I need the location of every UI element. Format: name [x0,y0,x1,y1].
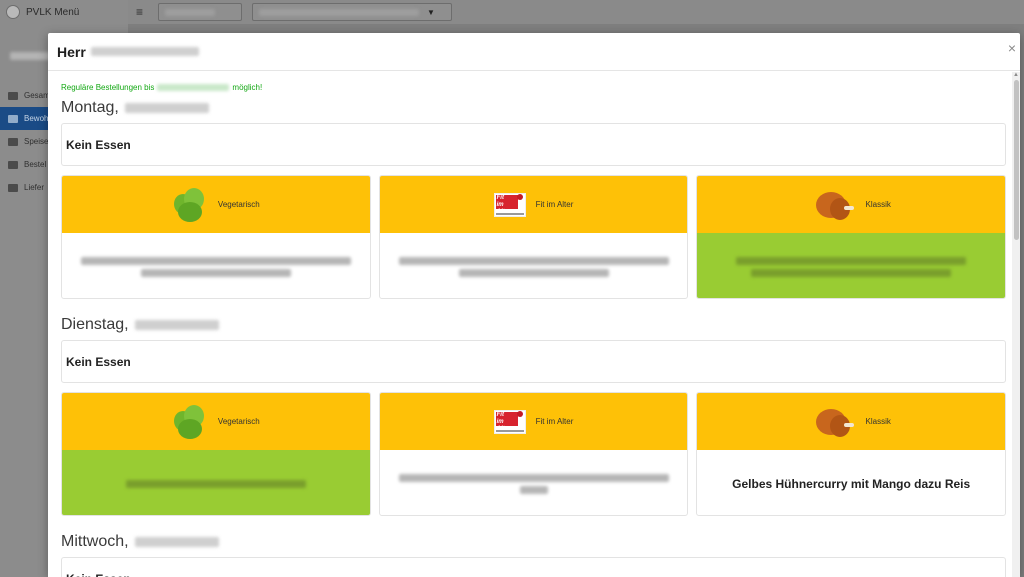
dish-redacted [398,473,669,482]
dish-redacted [398,256,669,265]
app-topbar: ≡ ▼ [128,0,1024,24]
kein-essen-option[interactable]: Kein Essen [61,557,1006,577]
list-icon [8,183,18,192]
layers-icon [8,137,18,146]
meal-card-vegetarisch[interactable]: Vegetarisch [61,392,371,516]
scrollbar[interactable]: ▲ [1012,72,1020,577]
salad-icon [172,403,208,441]
close-button[interactable]: × [1008,41,1016,55]
menu-icon[interactable]: ≡ [136,5,148,19]
chevron-down-icon: ▼ [427,7,435,17]
kein-essen-option[interactable]: Kein Essen [61,123,1006,166]
chicken-icon [812,186,856,224]
card-dish [380,233,688,298]
card-header: Klassik [697,393,1006,450]
meal-card-klassik[interactable]: Klassik Gelbes Hühnercurry mit Mango daz… [696,392,1007,516]
modal-body: Reguläre Bestellungen bis möglich! Monta… [48,72,1020,577]
meal-cards: Vegetarisch Fit im Alter Fit im Alter Kl… [61,175,1007,299]
card-dish [380,450,688,515]
dish-redacted [736,256,967,265]
day-heading-mittwoch: Mittwoch, [61,531,1006,553]
card-dish-selected [62,450,370,515]
location-select[interactable] [158,3,242,21]
resident-select[interactable]: ▼ [252,3,452,21]
app-brand-label: PVLK Menü [26,6,80,18]
order-modal: Herr × Reguläre Bestellungen bis möglich… [48,33,1020,577]
deadline-redacted [157,83,230,91]
card-header: Vegetarisch [62,393,370,450]
menu-content: Reguläre Bestellungen bis möglich! Monta… [61,72,1007,577]
meal-card-vegetarisch[interactable]: Vegetarisch [61,175,371,299]
meal-card-fit-im-alter[interactable]: Fit im Alter Fit im Alter [378,175,689,299]
date-redacted [134,537,219,547]
modal-title: Herr [57,44,199,60]
dish-redacted [80,256,351,265]
meal-card-klassik[interactable]: Klassik [696,175,1007,299]
meal-card-fit-im-alter[interactable]: Fit im Alter Fit im Alter [378,392,689,516]
meal-cards: Vegetarisch Fit im Alter Fit im Alter Kl… [61,392,1007,516]
kein-essen-option[interactable]: Kein Essen [61,340,1006,383]
day-heading-dienstag: Dienstag, [61,314,1006,336]
card-header: Fit im Alter Fit im Alter [379,176,688,233]
modal-header: Herr × [48,33,1020,71]
fit-im-alter-icon: Fit im Alter [493,192,526,217]
resident-name-redacted [90,47,199,56]
date-redacted [134,320,219,330]
chart-icon [8,160,18,169]
date-redacted [124,103,209,113]
chicken-icon [812,403,856,441]
home-icon [8,91,18,100]
scroll-up-icon[interactable]: ▲ [1013,72,1019,78]
card-dish: Gelbes Hühnercurry mit Mango dazu Reis [697,450,1005,515]
logo-icon [6,5,20,19]
card-header: Klassik [697,176,1006,233]
scrollbar-thumb[interactable] [1014,80,1019,240]
app-brand: PVLK Menü [0,0,128,24]
card-dish-selected [697,233,1006,298]
users-icon [8,114,18,123]
card-dish [62,233,370,298]
dish-name: Gelbes Hühnercurry mit Mango dazu Reis [732,476,971,491]
card-header: Vegetarisch [62,176,370,233]
dish-redacted [125,479,306,488]
fit-im-alter-icon: Fit im Alter [493,409,526,434]
salad-icon [172,186,208,224]
day-heading-montag: Montag, [61,97,1006,119]
card-header: Fit im Alter Fit im Alter [379,393,688,450]
order-deadline-notice: Reguläre Bestellungen bis möglich! [61,82,263,92]
